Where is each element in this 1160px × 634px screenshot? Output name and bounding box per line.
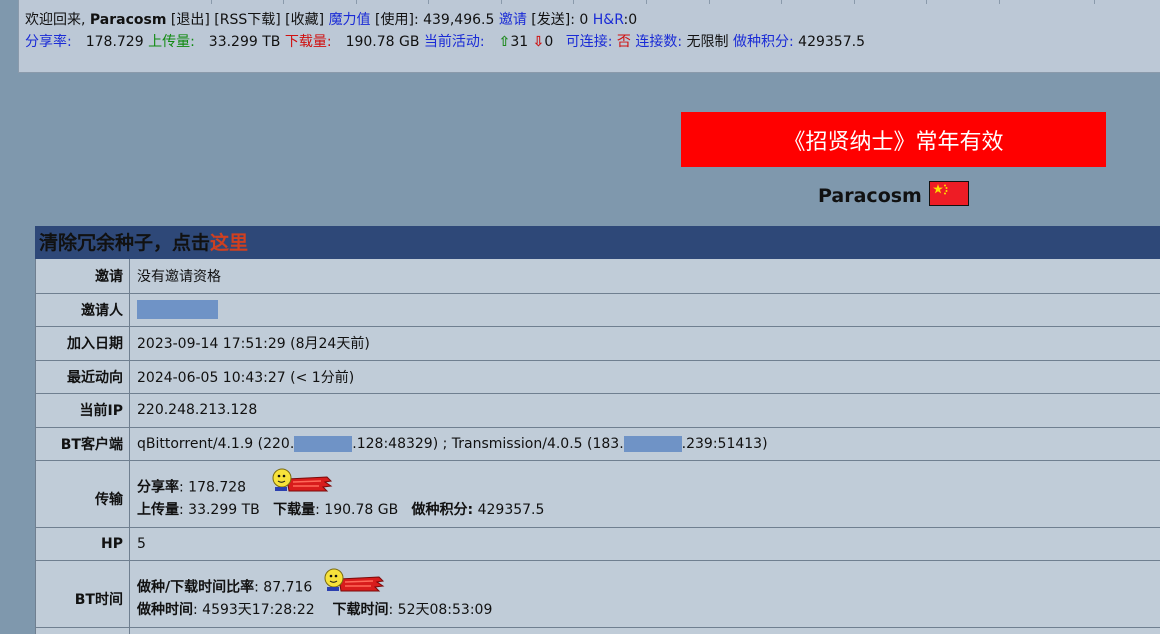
transfer-upload-label: 上传量 <box>137 501 179 518</box>
leeching-arrow-icon: ⇩ <box>532 34 545 50</box>
seed-time-value: : 4593天17:28:22 <box>193 601 315 618</box>
row-label-hp: HP <box>35 527 130 561</box>
panel-header: 清除冗余种子，点击这里 <box>35 226 1160 259</box>
download-label: 下载量: <box>284 34 332 50</box>
hnr-value: :0 <box>623 12 638 28</box>
seed-points-value: 429357.5 <box>798 34 865 50</box>
table-row: 加入日期 2023-09-14 17:51:29 (8月24天前) <box>35 326 1160 361</box>
upload-label: 上传量: <box>148 34 195 50</box>
row-label-bt-client: BT客户端 <box>35 427 130 461</box>
bonus-label[interactable]: 魔力值 <box>329 12 371 28</box>
send-invite-link[interactable]: [发送] <box>531 12 570 28</box>
profile-username: Paracosm <box>818 185 922 207</box>
client-text-1: qBittorrent/4.1.9 (220. <box>137 435 295 452</box>
row-label-join-date: 加入日期 <box>35 326 130 361</box>
table-row: 最近动向 2024-06-05 10:43:27 (< 1分前) <box>35 360 1160 394</box>
invite-label[interactable]: 邀请 <box>499 12 527 28</box>
clean-seeds-link[interactable]: 这里 <box>210 232 248 254</box>
user-details-panel: 清除冗余种子，点击这里 邀请 没有邀请资格 邀请人 加入日期 2023-09-1… <box>35 226 1160 634</box>
connections-label: 连接数: <box>635 34 683 50</box>
client-text-3: .239:51413) <box>681 435 768 452</box>
hnr-label[interactable]: H&R <box>593 12 624 28</box>
top-ruler <box>19 0 1160 4</box>
transfer-ratio-label: 分享率 <box>137 479 179 495</box>
bonus-value: : 439,496.5 <box>413 12 495 28</box>
rss-link[interactable]: [RSS下载] <box>214 12 280 28</box>
leeching-count: 0 <box>544 34 554 50</box>
banner-text[interactable]: 《招贤纳士》常年有效 <box>783 124 1003 156</box>
table-row: 传输 分享率: 178.728 上传量: 33.299 TB 下载量: 190.… <box>35 460 1160 528</box>
row-value-bt-time: 做种/下载时间比率: 87.716 做种时间: 4593天17:28:22 下载… <box>129 560 1160 628</box>
row-value-bt-client: qBittorrent/4.1.9 (220. .128:48329) ; Tra… <box>129 427 1160 461</box>
row-label-bt-time: BT时间 <box>35 560 130 628</box>
ratio-value: 178.729 <box>85 34 144 50</box>
row-label-transfer: 传输 <box>35 460 130 528</box>
connectable-label: 可连接: <box>565 34 613 50</box>
row-value-transfer: 分享率: 178.728 上传量: 33.299 TB 下载量: 190.78 … <box>129 460 1160 528</box>
transfer-upload-value: : 33.299 TB <box>179 501 260 518</box>
username-link[interactable]: Paracosm <box>90 12 167 28</box>
redacted-block <box>137 300 218 319</box>
table-row: BT时间 做种/下载时间比率: 87.716 做种时间: 4593天17:28:… <box>35 560 1160 628</box>
transfer-ratio-value: : 178.728 <box>179 479 247 495</box>
transfer-points-label: 做种积分: <box>411 501 474 518</box>
redacted-block <box>294 435 353 452</box>
row-value-last-action: 2024-06-05 10:43:27 (< 1分前) <box>129 360 1160 394</box>
active-label: 当前活动: <box>423 34 485 50</box>
row-label-invite: 邀请 <box>35 259 130 294</box>
seeding-count: 31 <box>510 34 529 50</box>
table-row: 当前IP 220.248.213.128 <box>35 393 1160 428</box>
download-value: 190.78 GB <box>345 34 420 50</box>
seed-points-label: 做种积分: <box>733 34 794 50</box>
table-row: HP 5 <box>35 527 1160 561</box>
status-line-1: 欢迎回来, Paracosm [退出] [RSS下载] [收藏] 魔力值 [使用… <box>25 9 637 29</box>
table-row: BT客户端 qBittorrent/4.1.9 (220. .128:48329)… <box>35 427 1160 461</box>
row-value-hp: 5 <box>129 527 1160 561</box>
redacted-block <box>623 435 682 452</box>
client-text-2: .128:48329) ; Transmission/4.0.5 (183. <box>352 435 624 452</box>
status-line-2: 分享率: 178.729 上传量: 33.299 TB 下载量: 190.78 GB … <box>25 31 865 51</box>
recruitment-banner[interactable]: 《招贤纳士》常年有效 <box>681 112 1106 167</box>
transfer-download-value: : 190.78 GB <box>315 501 399 518</box>
bt-time-ratio-value: : 87.716 <box>254 579 313 595</box>
ratio-label: 分享率: <box>25 34 72 50</box>
row-label-last-action: 最近动向 <box>35 360 130 394</box>
transfer-points-value: 429357.5 <box>473 501 545 518</box>
use-bonus-link[interactable]: [使用] <box>375 12 414 28</box>
table-row: 邀请人 <box>35 293 1160 327</box>
welcome-text: 欢迎回来, <box>25 12 90 28</box>
row-value-invite: 没有邀请资格 <box>129 259 1160 294</box>
logout-link[interactable]: [退出] <box>171 12 210 28</box>
user-info-table: 邀请 没有邀请资格 邀请人 加入日期 2023-09-14 17:51:29 (… <box>35 259 1160 634</box>
seeding-arrow-icon: ⇧ <box>498 34 511 50</box>
row-value-current-ip: 220.248.213.128 <box>129 393 1160 428</box>
table-row: 邀请 没有邀请资格 <box>35 259 1160 294</box>
connectable-value: 否 <box>616 34 631 50</box>
row-value-join-date: 2023-09-14 17:51:29 (8月24天前) <box>129 326 1160 361</box>
favorites-link[interactable]: [收藏] <box>285 12 324 28</box>
connections-value: 无限制 <box>686 34 729 50</box>
download-time-label: 下载时间 <box>332 601 389 618</box>
upload-value: 33.299 TB <box>208 34 281 50</box>
china-flag-icon <box>929 181 969 206</box>
row-label-current-ip: 当前IP <box>35 393 130 428</box>
download-time-value: : 52天08:53:09 <box>388 601 493 618</box>
bt-time-ratio-label: 做种/下载时间比率 <box>137 579 255 595</box>
transfer-download-label: 下载量 <box>273 501 316 518</box>
panel-header-text: 清除冗余种子，点击 <box>39 232 211 254</box>
status-bar: 欢迎回来, Paracosm [退出] [RSS下载] [收藏] 魔力值 [使用… <box>18 0 1160 73</box>
row-label-inviter: 邀请人 <box>35 293 130 327</box>
row-value-inviter <box>129 293 1160 327</box>
table-row <box>35 627 1160 634</box>
invite-value: : 0 <box>570 12 589 28</box>
seed-time-label: 做种时间 <box>137 601 193 618</box>
